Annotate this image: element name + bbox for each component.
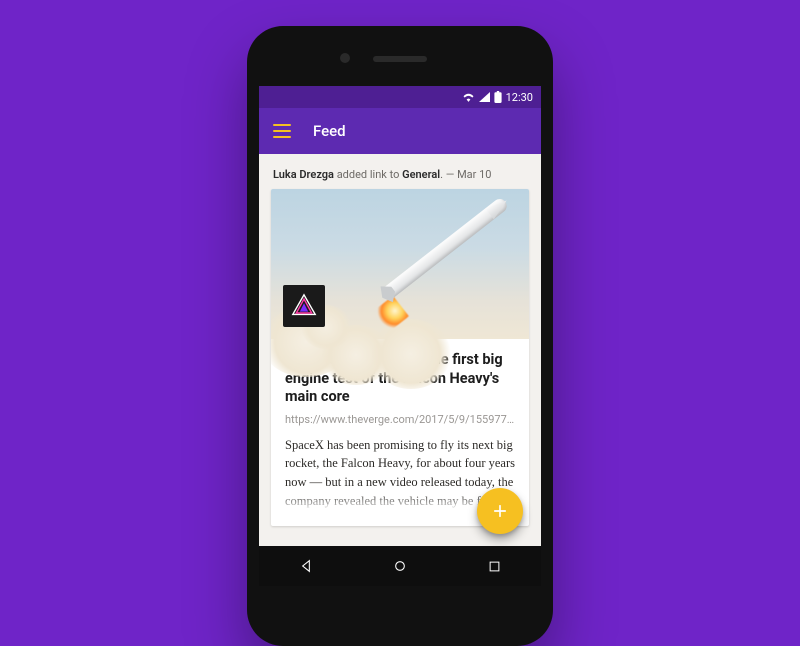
post-channel[interactable]: General <box>402 168 440 181</box>
phone-frame: 12:30 Feed Luka Drezga added link to Gen… <box>247 26 553 646</box>
verge-logo-icon <box>290 292 318 320</box>
post-date: Mar 10 <box>457 168 491 181</box>
link-hero-image <box>271 189 529 339</box>
triangle-back-icon <box>298 558 314 574</box>
recents-button[interactable] <box>474 546 514 586</box>
battery-icon <box>494 91 502 103</box>
phone-camera <box>340 53 350 63</box>
page-title: Feed <box>313 122 346 140</box>
status-bar: 12:30 <box>259 86 541 108</box>
post-action-text: added link to <box>337 168 400 181</box>
plus-icon <box>490 501 510 521</box>
post-author[interactable]: Luka Drezga <box>273 168 334 181</box>
wifi-icon <box>462 92 475 102</box>
cell-signal-icon <box>479 92 490 102</box>
post-separator: . — <box>440 168 454 181</box>
back-button[interactable] <box>286 546 326 586</box>
square-recents-icon <box>487 559 502 574</box>
home-button[interactable] <box>380 546 420 586</box>
phone-speaker <box>373 56 427 62</box>
link-url: https://www.theverge.com/2017/5/9/155977… <box>285 413 515 426</box>
add-button[interactable] <box>477 488 523 534</box>
source-badge <box>283 285 325 327</box>
app-bar: Feed <box>259 108 541 154</box>
clock-text: 12:30 <box>506 91 533 104</box>
menu-icon[interactable] <box>273 124 291 138</box>
post-meta: Luka Drezga added link to General. — Mar… <box>273 168 527 181</box>
circle-home-icon <box>392 558 408 574</box>
decorative-rocket <box>357 195 529 335</box>
screen: 12:30 Feed Luka Drezga added link to Gen… <box>259 86 541 586</box>
link-card[interactable]: Watch SpaceX fire up the first big engin… <box>271 189 529 526</box>
android-nav-bar <box>259 546 541 586</box>
